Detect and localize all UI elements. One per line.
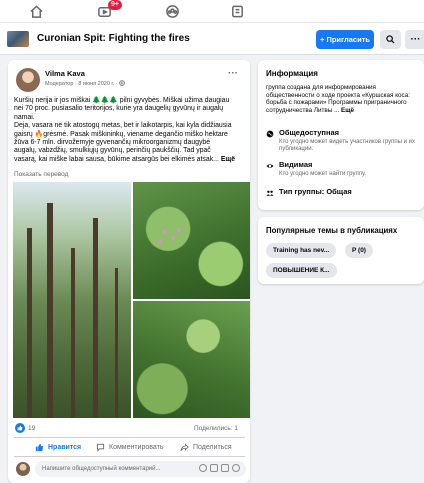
photo-undergrowth[interactable]: [133, 301, 250, 418]
gaming-icon[interactable]: [228, 2, 246, 20]
group-info-card: Информация группа создана для информиров…: [258, 60, 424, 210]
divider: [14, 456, 245, 457]
post-text-line: augalų, vabzdžių, smulkiųjų gyvūnų, peri…: [14, 147, 211, 155]
thumbs-up-icon: [35, 443, 44, 452]
home-icon[interactable]: [27, 2, 45, 20]
post-more-button[interactable]: ···: [228, 68, 238, 79]
topic-chip[interactable]: Training has nev...: [266, 243, 337, 258]
post-text-line: Kuršių nerija ir jos miškai 🌲🌲🌲 pilni gy…: [14, 97, 230, 104]
post-text-line: nei 70 proc. pusiasalio teritorijos, kur…: [14, 105, 224, 113]
groups-icon[interactable]: [163, 2, 181, 20]
privacy-description: Кто угодно может видеть участников групп…: [279, 139, 416, 153]
flower: [177, 228, 181, 232]
topics-title: Популярные темы в публикациях: [266, 226, 398, 235]
privacy-title: Общедоступная: [279, 128, 340, 137]
group-more-button[interactable]: ···: [405, 30, 424, 49]
comment-icon: [96, 443, 105, 452]
gif-icon[interactable]: [221, 464, 229, 472]
visibility-title: Видимая: [279, 160, 313, 169]
globe-icon: [119, 80, 125, 86]
group-type-icon: [266, 190, 274, 196]
post-card: Vilma Kava Модератор · 8 июня 2020 г. · …: [8, 60, 250, 483]
comment-button[interactable]: Комментировать: [96, 443, 164, 452]
eye-icon: [266, 164, 274, 168]
post-meta: Модератор · 8 июня 2020 г. ·: [45, 80, 125, 87]
comment-tools: [199, 464, 240, 472]
post-text-last: vasarą, kai miške labai sausa, būkime at…: [14, 155, 221, 163]
post-text-line: gaisrų 🔥grėsmė. Pasak miškininkų, vienam…: [14, 130, 228, 138]
reaction-summary[interactable]: 19: [15, 423, 35, 433]
share-count[interactable]: Поделились: 1: [194, 425, 238, 432]
info-title: Информация: [266, 69, 318, 78]
flower: [163, 230, 167, 234]
post-text: Kuršių nerija ir jos miškai 🌲🌲🌲 pilni gy…: [14, 97, 246, 164]
author-avatar[interactable]: [16, 68, 40, 92]
post-text-line: Deja, vasara ne tik atostogų metas, bet …: [14, 122, 232, 130]
popular-topics-card: Популярные темы в публикациях Training h…: [258, 217, 424, 284]
info-description-text: группа создана для информирования общест…: [266, 84, 410, 114]
group-header: Curonian Spit: Fighting the fires + Приг…: [0, 22, 424, 55]
share-icon: [180, 443, 189, 452]
post-text-line: žūva 6-7 mln. dirvožemyje gyvenančių mik…: [14, 139, 211, 147]
search-button[interactable]: [380, 30, 401, 49]
like-button[interactable]: Нравится: [35, 443, 81, 452]
share-button[interactable]: Поделиться: [180, 443, 232, 452]
tree-trunk: [115, 268, 118, 418]
tree-trunk: [27, 228, 32, 418]
reaction-count: 19: [28, 424, 36, 432]
flower: [158, 240, 162, 244]
tree-trunk: [47, 203, 53, 418]
post-text-line: vasarą, kai miške labai sausa, būkime at…: [14, 156, 246, 164]
topic-chip[interactable]: ПОВЫШЕНИЕ К...: [266, 263, 337, 278]
tree-trunk: [93, 218, 98, 418]
photo-pine-forest[interactable]: [13, 182, 131, 418]
info-description: группа создана для информирования общест…: [266, 84, 421, 114]
commenter-avatar: [16, 462, 30, 476]
sticker-icon[interactable]: [232, 464, 240, 472]
comment-input[interactable]: Напишите общедоступный комментарий...: [35, 461, 246, 477]
photo-wildflowers[interactable]: [133, 182, 250, 299]
share-label: Поделиться: [193, 444, 232, 451]
invite-button[interactable]: + Пригласить: [316, 30, 374, 49]
comment-placeholder: Напишите общедоступный комментарий...: [42, 466, 161, 472]
post-text-line: namai.: [14, 113, 35, 121]
emoji-icon[interactable]: [199, 464, 207, 472]
topic-chip[interactable]: P (0): [345, 243, 373, 258]
translate-link[interactable]: Показать перевод: [14, 171, 68, 178]
like-label: Нравится: [48, 444, 82, 451]
photo-grid: [13, 182, 250, 418]
globe-icon: [266, 130, 274, 138]
search-icon: [386, 35, 395, 44]
notification-badge: 9+: [108, 0, 122, 10]
group-cover-thumbnail[interactable]: [7, 31, 29, 47]
divider: [14, 437, 245, 438]
post-meta-text: Модератор · 8 июня 2020 г. ·: [45, 81, 120, 87]
flower: [171, 236, 175, 240]
tree-trunk: [71, 248, 75, 418]
visibility-description: Кто угодно может найти группу.: [279, 171, 367, 177]
group-title[interactable]: Curonian Spit: Fighting the fires: [37, 33, 190, 44]
like-reaction-icon: [15, 423, 25, 433]
group-type-title: Тип группы: Общая: [279, 187, 352, 196]
see-more-link[interactable]: Ещё: [221, 156, 235, 163]
info-see-more-link[interactable]: Ещё: [341, 107, 354, 114]
post-author[interactable]: Vilma Kava: [45, 69, 85, 78]
comment-label: Комментировать: [109, 444, 164, 451]
camera-icon[interactable]: [210, 464, 218, 472]
top-navigation: 9+: [0, 0, 424, 22]
